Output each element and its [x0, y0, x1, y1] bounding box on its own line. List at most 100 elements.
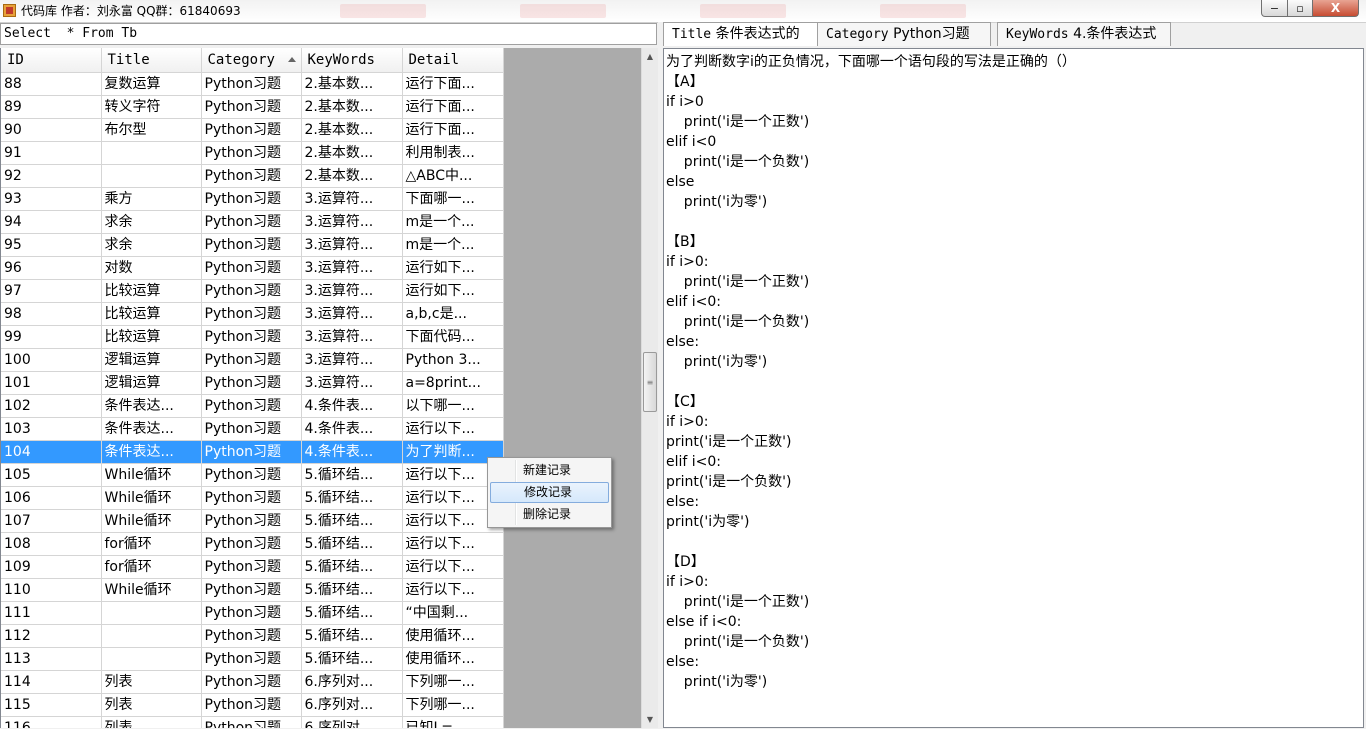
cell-title[interactable]: 逻辑运算 [101, 348, 202, 372]
cell-detail[interactable]: 下面哪一... [402, 187, 504, 211]
cell-category[interactable]: Python习题 [201, 578, 302, 602]
cell-category[interactable]: Python习题 [201, 624, 302, 648]
cell-category[interactable]: Python习题 [201, 716, 302, 728]
cell-id[interactable]: 97 [1, 279, 102, 303]
cell-keywords[interactable]: 2.基本数... [301, 164, 403, 188]
scroll-down-arrow-icon[interactable]: ▼ [642, 711, 658, 728]
table-row[interactable]: 115 列表 Python习题 6.序列对... 下列哪一... [1, 693, 504, 717]
cell-keywords[interactable]: 3.运算符... [301, 256, 403, 280]
close-button[interactable]: X [1312, 0, 1359, 17]
cell-title[interactable]: 条件表达... [101, 440, 202, 464]
cell-title[interactable]: 列表 [101, 693, 202, 717]
cell-keywords[interactable]: 2.基本数... [301, 95, 403, 119]
cell-id[interactable]: 94 [1, 210, 102, 234]
cell-title[interactable]: 乘方 [101, 187, 202, 211]
cell-id[interactable]: 113 [1, 647, 102, 671]
cell-category[interactable]: Python习题 [201, 233, 302, 257]
cell-detail[interactable]: m是一个... [402, 210, 504, 234]
table-row[interactable]: 96 对数 Python习题 3.运算符... 运行如下... [1, 256, 504, 280]
cell-keywords[interactable]: 5.循环结... [301, 486, 403, 510]
cell-id[interactable]: 107 [1, 509, 102, 533]
cell-id[interactable]: 100 [1, 348, 102, 372]
cell-detail[interactable]: 运行以下... [402, 417, 504, 441]
cell-id[interactable]: 114 [1, 670, 102, 694]
cell-keywords[interactable]: 4.条件表... [301, 440, 403, 464]
table-row[interactable]: 102 条件表达... Python习题 4.条件表... 以下哪一... [1, 394, 504, 418]
cell-category[interactable]: Python习题 [201, 670, 302, 694]
cell-title[interactable]: 比较运算 [101, 302, 202, 326]
cell-detail[interactable]: 以下哪一... [402, 394, 504, 418]
cell-title[interactable]: While循环 [101, 486, 202, 510]
table-row[interactable]: 104 条件表达... Python习题 4.条件表... 为了判断... [1, 440, 504, 464]
cell-id[interactable]: 90 [1, 118, 102, 142]
table-row[interactable]: 92 Python习题 2.基本数... △ABC中... [1, 164, 504, 188]
scrollbar-thumb[interactable]: ≡ [643, 352, 657, 412]
cell-detail[interactable]: “中国剩... [402, 601, 504, 625]
cell-keywords[interactable]: 4.条件表... [301, 394, 403, 418]
cell-category[interactable]: Python习题 [201, 325, 302, 349]
table-row[interactable]: 90 布尔型 Python习题 2.基本数... 运行下面... [1, 118, 504, 142]
table-row[interactable]: 111 Python习题 5.循环结... “中国剩... [1, 601, 504, 625]
cell-keywords[interactable]: 3.运算符... [301, 187, 403, 211]
cell-detail[interactable]: 运行下面... [402, 95, 504, 119]
cell-category[interactable]: Python习题 [201, 187, 302, 211]
cell-detail[interactable]: 运行以下... [402, 532, 504, 556]
detail-text-area[interactable]: 为了判断数字i的正负情况，下面哪一个语句段的写法是正确的（） 【A】 if i>0 … [663, 48, 1364, 728]
table-row[interactable]: 112 Python习题 5.循环结... 使用循环... [1, 624, 504, 648]
table-row[interactable]: 103 条件表达... Python习题 4.条件表... 运行以下... [1, 417, 504, 441]
cell-id[interactable]: 111 [1, 601, 102, 625]
cell-title[interactable]: While循环 [101, 509, 202, 533]
cell-category[interactable]: Python习题 [201, 141, 302, 165]
table-row[interactable]: 105 While循环 Python习题 5.循环结... 运行以下... [1, 463, 504, 487]
cell-id[interactable]: 96 [1, 256, 102, 280]
cell-keywords[interactable]: 3.运算符... [301, 302, 403, 326]
cell-keywords[interactable]: 6.序列对... [301, 693, 403, 717]
cell-detail[interactable]: 使用循环... [402, 624, 504, 648]
cell-title[interactable] [101, 141, 202, 165]
cell-keywords[interactable]: 3.运算符... [301, 325, 403, 349]
table-row[interactable]: 99 比较运算 Python习题 3.运算符... 下面代码... [1, 325, 504, 349]
cell-keywords[interactable]: 6.序列对... [301, 670, 403, 694]
cell-id[interactable]: 95 [1, 233, 102, 257]
cell-category[interactable]: Python习题 [201, 417, 302, 441]
cell-id[interactable]: 115 [1, 693, 102, 717]
records-grid[interactable]: ID Title Category KeyWords Detail 88 复数运算 Pyth… [0, 48, 641, 728]
cell-keywords[interactable]: 5.循环结... [301, 624, 403, 648]
cell-id[interactable]: 112 [1, 624, 102, 648]
cell-detail[interactable]: 使用循环... [402, 647, 504, 671]
column-header-id[interactable]: ID [1, 48, 102, 73]
cell-detail[interactable]: 已知L=... [402, 716, 504, 728]
table-row[interactable]: 116 列表 Python习题 6.序列对... 已知L=... [1, 716, 504, 728]
table-row[interactable]: 114 列表 Python习题 6.序列对... 下列哪一... [1, 670, 504, 694]
cell-title[interactable]: 布尔型 [101, 118, 202, 142]
cell-keywords[interactable]: 6.序列对... [301, 716, 403, 728]
table-row[interactable]: 109 for循环 Python习题 5.循环结... 运行以下... [1, 555, 504, 579]
cell-category[interactable]: Python习题 [201, 693, 302, 717]
cell-id[interactable]: 108 [1, 532, 102, 556]
cell-category[interactable]: Python习题 [201, 486, 302, 510]
table-row[interactable]: 98 比较运算 Python习题 3.运算符... a,b,c是... [1, 302, 504, 326]
cell-category[interactable]: Python习题 [201, 601, 302, 625]
table-row[interactable]: 88 复数运算 Python习题 2.基本数... 运行下面... [1, 72, 504, 96]
cell-id[interactable]: 102 [1, 394, 102, 418]
cell-id[interactable]: 98 [1, 302, 102, 326]
cell-id[interactable]: 91 [1, 141, 102, 165]
cell-id[interactable]: 106 [1, 486, 102, 510]
cell-title[interactable]: While循环 [101, 463, 202, 487]
cell-category[interactable]: Python习题 [201, 256, 302, 280]
menu-item-edit-record[interactable]: 修改记录 [490, 482, 609, 503]
cell-category[interactable]: Python习题 [201, 371, 302, 395]
cell-keywords[interactable]: 5.循环结... [301, 509, 403, 533]
cell-keywords[interactable]: 3.运算符... [301, 371, 403, 395]
table-row[interactable]: 95 求余 Python习题 3.运算符... m是一个... [1, 233, 504, 257]
menu-item-new-record[interactable]: 新建记录 [490, 460, 609, 481]
cell-title[interactable]: 求余 [101, 210, 202, 234]
cell-title[interactable] [101, 164, 202, 188]
cell-id[interactable]: 103 [1, 417, 102, 441]
cell-keywords[interactable]: 3.运算符... [301, 233, 403, 257]
table-row[interactable]: 94 求余 Python习题 3.运算符... m是一个... [1, 210, 504, 234]
cell-keywords[interactable]: 5.循环结... [301, 647, 403, 671]
cell-category[interactable]: Python习题 [201, 164, 302, 188]
cell-detail[interactable]: 运行以下... [402, 578, 504, 602]
cell-title[interactable]: 对数 [101, 256, 202, 280]
